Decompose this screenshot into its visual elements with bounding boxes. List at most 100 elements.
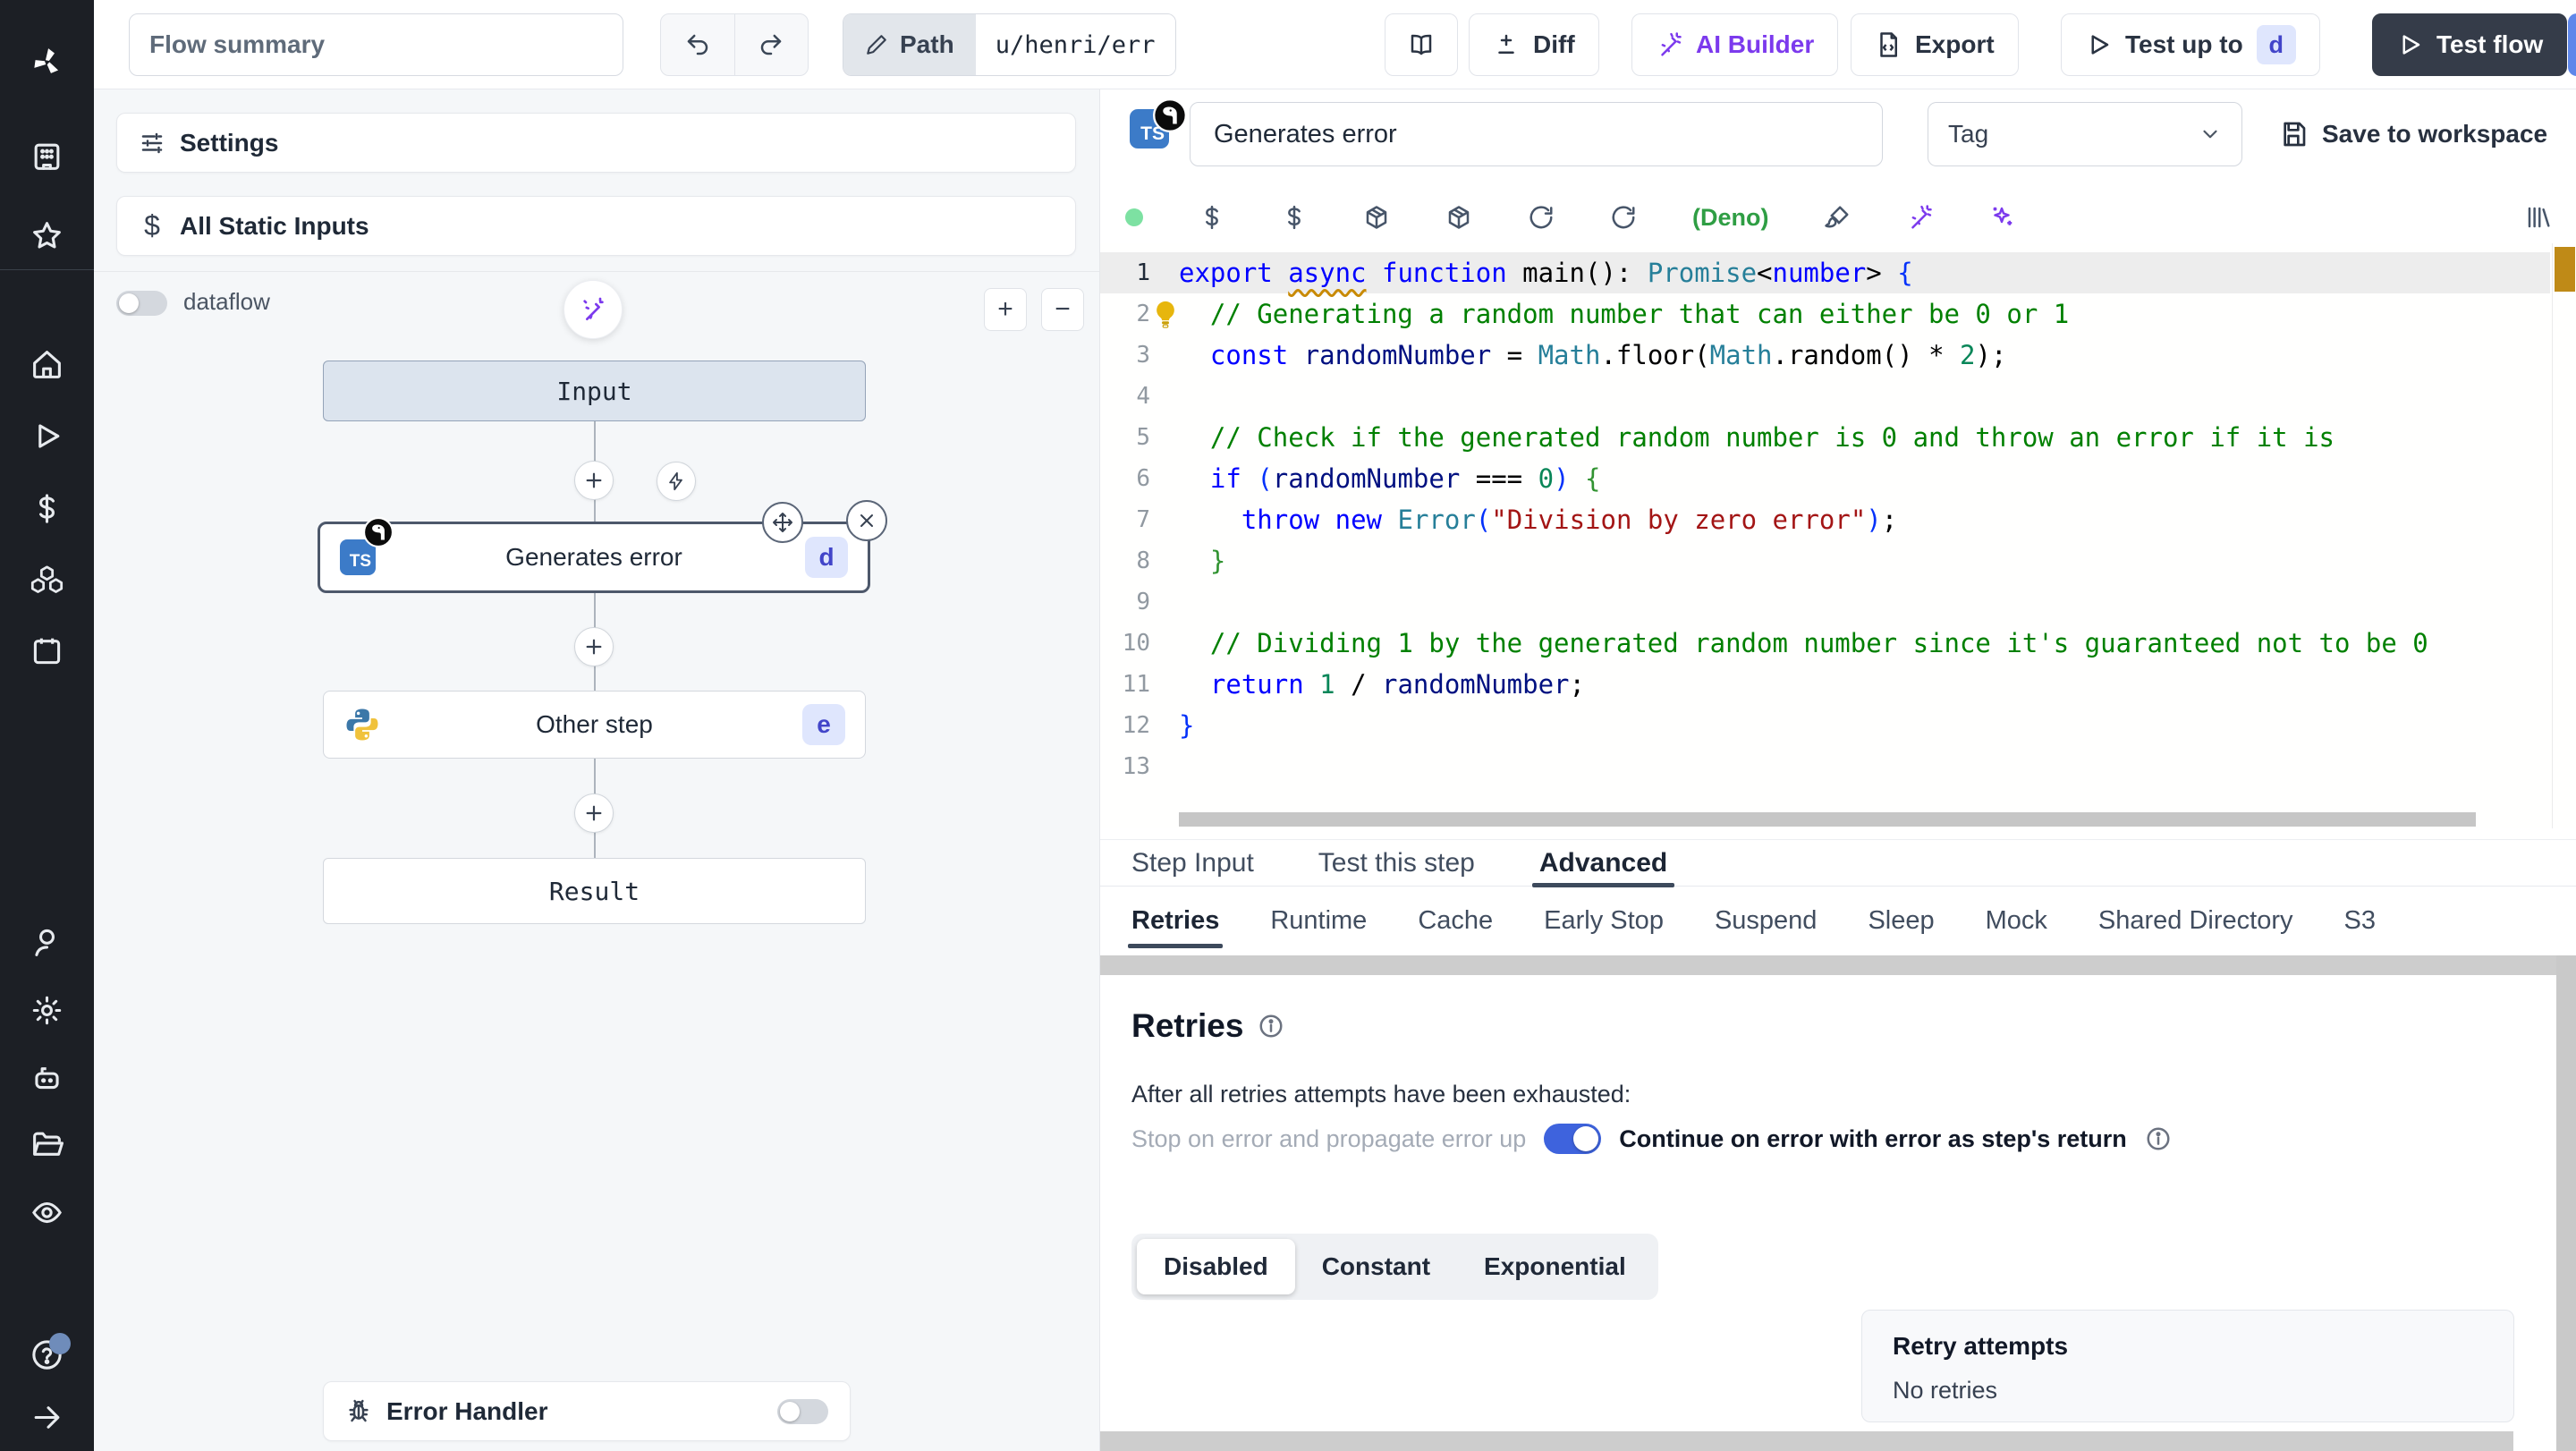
move-step-button[interactable] [762,502,803,543]
add-step-button[interactable] [574,461,614,500]
ai-wand-icon[interactable] [1906,204,1933,231]
subtab[interactable]: Retries [1127,891,1224,950]
subtab[interactable]: Mock [1986,891,2047,950]
path-group[interactable]: Path u/henri/err [843,13,1176,76]
other-step-node-label: Other step [536,710,653,738]
subtab[interactable]: S3 [2344,891,2376,950]
test-up-to-button[interactable]: Test up to d [2061,13,2320,76]
info-icon[interactable] [1258,1013,1284,1039]
content-vertical-scrollbar[interactable] [2556,955,2576,1451]
step-id-badge: e [802,704,845,745]
path-button[interactable]: Path [843,14,976,75]
library-icon[interactable] [2525,204,2552,231]
error-handler-toggle[interactable] [777,1398,828,1424]
help-icon[interactable] [0,1320,94,1388]
test-flow-button[interactable]: Test flow [2372,13,2568,76]
plus-icon [586,805,602,821]
windmill-logo[interactable] [0,28,94,96]
sparkles-icon[interactable] [1988,204,2015,231]
input-node[interactable]: Input [323,361,866,421]
error-handler-card[interactable]: Error Handler [323,1381,851,1441]
code-line: // Check if the generated random number … [1209,422,2335,453]
add-trigger-button[interactable] [657,462,696,501]
info-icon[interactable] [2145,1125,2172,1152]
zoom-out-button[interactable]: − [1041,288,1084,331]
save-to-workspace-button[interactable]: Save to workspace [2279,102,2547,166]
step-id-badge: d [805,537,848,578]
package-icon[interactable] [1363,204,1390,231]
tab[interactable]: Test this step [1318,840,1475,886]
resources-icon[interactable] [0,546,94,614]
flow-settings-button[interactable]: Settings [116,113,1076,173]
dataflow-toggle[interactable] [116,291,167,316]
generates-error-node[interactable]: TS Generates error d [318,500,887,593]
schedules-icon[interactable] [0,616,94,684]
play-icon [2091,35,2109,55]
diff-label: Diff [1533,30,1575,58]
diff-button[interactable]: Diff [1469,13,1599,76]
ai-builder-button[interactable]: AI Builder [1631,13,1839,76]
ai-builder-label: AI Builder [1696,30,1815,58]
workspace-icon[interactable] [0,122,94,190]
workers-icon[interactable] [0,1044,94,1112]
delete-step-button[interactable] [846,500,887,541]
close-icon [860,514,873,527]
other-step-node[interactable]: Other step e [323,691,866,759]
content-horizontal-scrollbar[interactable] [1100,1431,2513,1451]
subtab[interactable]: Suspend [1715,891,1818,950]
add-step-button[interactable] [574,627,614,666]
docs-button[interactable] [1385,13,1458,76]
bug-icon [349,1399,369,1421]
folders-icon[interactable] [0,1110,94,1178]
favorites-icon[interactable] [0,201,94,269]
zoom-in-button[interactable]: + [984,288,1027,331]
tab[interactable]: Advanced [1531,840,1675,887]
runs-icon[interactable] [0,402,94,470]
refresh-icon[interactable] [1528,204,1555,231]
subtab[interactable]: Runtime [1270,891,1367,950]
retry-mode-option[interactable]: Exponential [1457,1239,1653,1294]
wand-sparkles-icon [583,297,604,320]
redo-button[interactable] [733,14,809,75]
format-brush-icon[interactable] [1824,204,1851,231]
refresh-icon[interactable] [1610,204,1637,231]
subtab[interactable]: Cache [1418,891,1493,950]
audit-logs-icon[interactable] [0,1178,94,1246]
code-editor[interactable]: 1 2 3 4 5 6 7 8 9 10 11 12 13 export async function … [1100,243,2576,828]
collapse-sidebar-icon[interactable] [0,1383,94,1451]
tab[interactable]: Step Input [1131,840,1254,886]
home-icon[interactable] [0,330,94,398]
editor-horizontal-scrollbar[interactable] [1179,812,2476,827]
step-name-input[interactable] [1190,102,1883,166]
deno-icon [363,517,394,547]
continue-on-error-toggle[interactable] [1544,1124,1602,1154]
retry-mode-option[interactable]: Disabled [1137,1239,1295,1294]
retry-mode-option[interactable]: Constant [1295,1239,1457,1294]
subtab[interactable]: Sleep [1868,891,1934,950]
result-node[interactable]: Result [323,858,866,924]
flow-summary-input[interactable] [129,13,623,76]
export-button[interactable]: Export [1851,13,2019,76]
variable-icon[interactable] [1199,204,1225,231]
users-icon[interactable] [0,908,94,976]
code-line: throw new Error("Division by zero error"… [1241,505,1898,535]
tag-select[interactable]: Tag [1928,102,2242,166]
subtab[interactable]: Shared Directory [2098,891,2293,950]
path-value[interactable]: u/henri/err [975,14,1175,75]
undo-button[interactable] [661,14,734,75]
code-lines[interactable]: export async function main(): Promise<nu… [1157,252,2550,787]
settings-icon[interactable] [0,976,94,1044]
ai-flow-wand-button[interactable] [564,280,623,339]
variables-icon[interactable] [0,474,94,542]
static-inputs-button[interactable]: $ All Static Inputs [116,196,1076,256]
generates-error-node-label: Generates error [505,543,682,571]
undo-redo-group [660,13,809,76]
subtab[interactable]: Early Stop [1544,891,1664,950]
variable-icon[interactable] [1281,204,1308,231]
add-step-button[interactable] [574,793,614,833]
package-icon[interactable] [1445,204,1472,231]
subtabs-horizontal-scrollbar[interactable] [1100,955,2557,975]
code-line: if (randomNumber === 0) { [1209,463,1601,494]
deploy-button-partial[interactable] [2568,13,2576,76]
